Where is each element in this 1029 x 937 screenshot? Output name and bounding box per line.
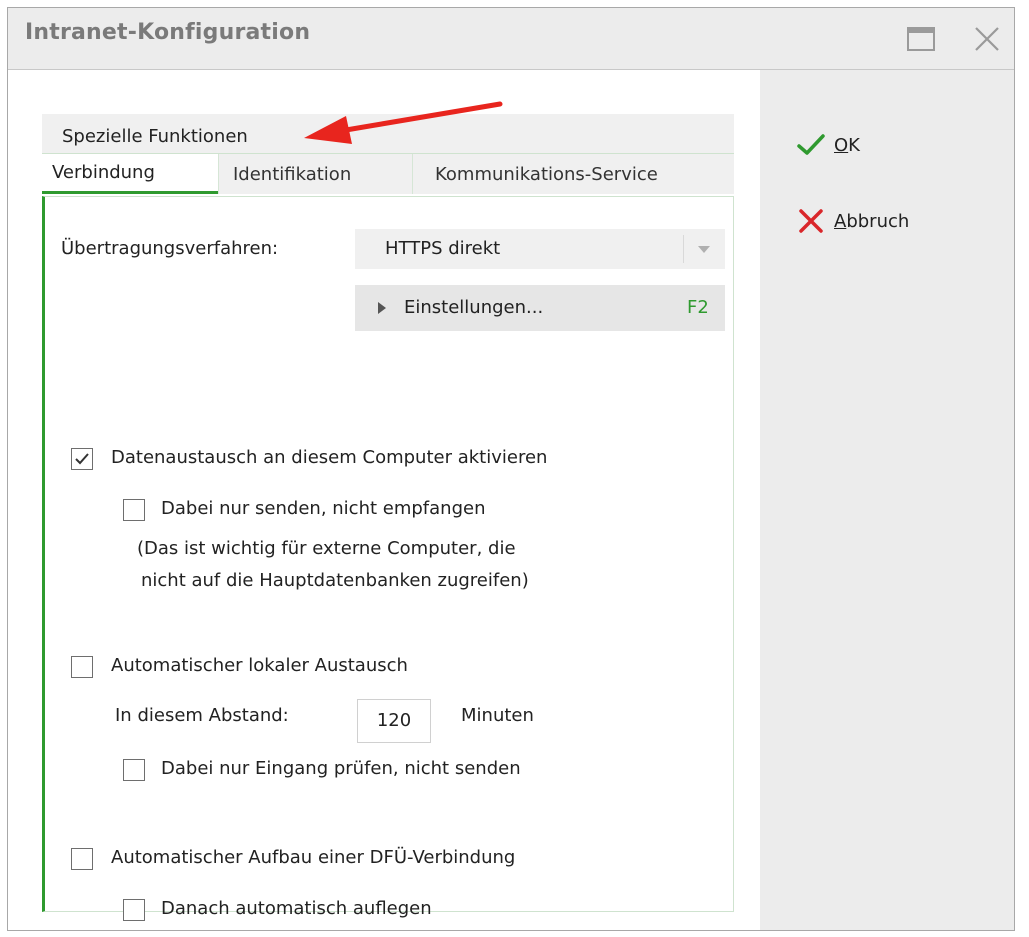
settings-label: Einstellungen... xyxy=(404,297,544,318)
send-only-checkbox[interactable] xyxy=(123,499,145,521)
maximize-button[interactable] xyxy=(904,22,938,56)
close-icon xyxy=(975,27,999,51)
cancel-label: Abbruch xyxy=(834,211,909,232)
ok-mnemonic: O xyxy=(834,134,849,156)
combo-divider xyxy=(683,235,684,263)
cancel-text: bbruch xyxy=(846,210,910,232)
tab-verbindung[interactable]: Verbindung xyxy=(42,154,218,194)
cross-icon xyxy=(799,209,823,233)
verbindung-panel: Übertragungsverfahren: HTTPS direkt Eins… xyxy=(42,196,734,921)
settings-shortcut: F2 xyxy=(687,297,709,318)
annotation-arrow-icon xyxy=(304,101,503,144)
dialog-window: Intranet-Konfiguration Spezielle Funktio… xyxy=(7,7,1015,931)
check-only-checkbox[interactable] xyxy=(123,759,145,781)
tab-bar: Verbindung Identifikation Kommunikations… xyxy=(42,154,734,194)
tab-identifikation-label: Identifikation xyxy=(233,163,352,185)
auto-local-label: Automatischer lokaler Austausch xyxy=(111,655,408,676)
ok-label: OK xyxy=(834,135,860,156)
check-only-label: Dabei nur Eingang prüfen, nicht senden xyxy=(161,758,521,779)
settings-button[interactable]: Einstellungen... F2 xyxy=(355,285,725,331)
method-select[interactable]: HTTPS direkt xyxy=(355,229,725,269)
action-panel: OK Abbruch xyxy=(760,70,1014,930)
close-button[interactable] xyxy=(970,22,1004,56)
checkmark-icon xyxy=(75,453,89,465)
note-line-1: (Das ist wichtig für externe Computer, d… xyxy=(137,538,516,559)
chevron-down-icon xyxy=(698,246,710,253)
tab-verbindung-label: Verbindung xyxy=(52,162,155,183)
enable-exchange-label: Datenaustausch an diesem Computer aktivi… xyxy=(111,447,548,468)
tab-kommunikations-service-label: Kommunikations-Service xyxy=(435,163,658,185)
checkmark-icon xyxy=(797,134,825,155)
interval-unit: Minuten xyxy=(461,705,534,726)
ok-text: K xyxy=(848,134,860,156)
auto-dialup-label: Automatischer Aufbau einer DFÜ-Verbindun… xyxy=(111,847,516,868)
tab-kommunikations-service[interactable]: Kommunikations-Service xyxy=(412,154,734,194)
auto-dialup-checkbox[interactable] xyxy=(71,848,93,870)
ok-button[interactable]: OK xyxy=(796,128,860,162)
auto-local-checkbox[interactable] xyxy=(71,656,93,678)
dialog-content: Spezielle Funktionen Verbindung Identifi… xyxy=(8,70,760,930)
tab-label: Spezielle Funktionen xyxy=(62,126,248,147)
hangup-label: Danach automatisch auflegen xyxy=(161,898,432,919)
method-label: Übertragungsverfahren: xyxy=(61,238,279,259)
interval-input[interactable]: 120 xyxy=(357,699,431,743)
maximize-icon xyxy=(907,27,935,51)
hangup-checkbox[interactable] xyxy=(123,899,145,921)
triangle-right-icon xyxy=(378,302,386,314)
method-value: HTTPS direkt xyxy=(385,238,501,259)
cancel-mnemonic: A xyxy=(834,210,847,232)
enable-exchange-checkbox[interactable] xyxy=(71,448,93,470)
note-line-2: nicht auf die Hauptdatenbanken zugreifen… xyxy=(141,570,529,591)
window-title: Intranet-Konfiguration xyxy=(25,20,311,45)
cancel-button[interactable]: Abbruch xyxy=(796,204,909,238)
send-only-label: Dabei nur senden, nicht empfangen xyxy=(161,498,486,519)
title-bar: Intranet-Konfiguration xyxy=(8,8,1014,70)
interval-label: In diesem Abstand: xyxy=(115,705,289,726)
tab-identifikation[interactable]: Identifikation xyxy=(218,154,412,194)
